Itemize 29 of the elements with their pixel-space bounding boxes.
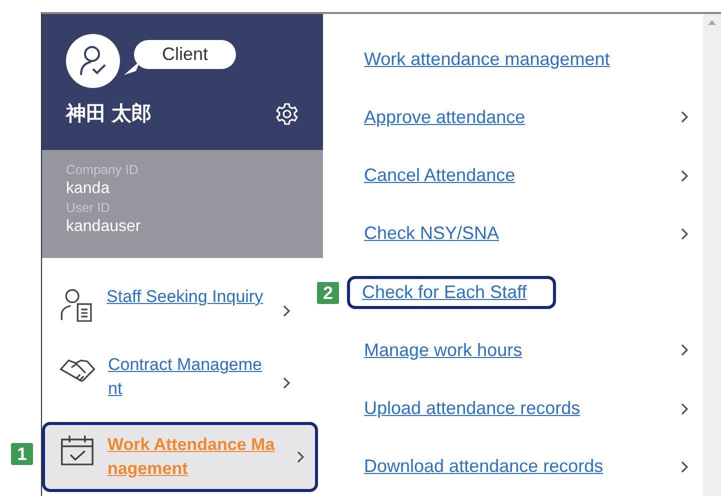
chevron-icon: [282, 304, 291, 318]
scroll-up-icon[interactable]: [708, 20, 716, 25]
step-badge: 2: [317, 282, 339, 304]
menu-item[interactable]: Staff Seeking Inquiry: [42, 278, 304, 332]
chevron-icon: [282, 376, 291, 390]
settings-icon[interactable]: [275, 102, 299, 126]
chevron-icon: [680, 460, 689, 474]
chevron-icon: [680, 402, 689, 416]
submenu-link[interactable]: Check NSY/SNA: [359, 217, 504, 250]
submenu-link[interactable]: Download attendance records: [359, 450, 608, 484]
submenu-link[interactable]: Check for Each Staff: [347, 276, 556, 309]
chevron-icon: [680, 226, 689, 241]
chevron-icon: [680, 168, 689, 183]
user-id-value: kandauser: [66, 217, 142, 237]
submenu-link[interactable]: Approve attendance: [359, 100, 530, 134]
chevron-icon: [680, 110, 689, 124]
bubble-tail-icon: [124, 60, 140, 74]
submenu-link[interactable]: Manage work hours: [359, 334, 528, 367]
chevron-icon: [296, 450, 305, 464]
submenu-link[interactable]: Upload attendance records: [359, 392, 586, 426]
company-id-value: kanda: [66, 179, 111, 199]
user-avatar-icon: [66, 34, 120, 88]
chevron-icon: [680, 343, 689, 358]
user-name: 神田 太郎: [66, 102, 152, 127]
submenu-link[interactable]: Work attendance management: [359, 42, 615, 76]
menu-item[interactable]: Contract Management: [42, 346, 304, 408]
step-badge: 1: [11, 443, 33, 465]
scrollbar[interactable]: [703, 14, 721, 496]
submenu-link[interactable]: Cancel Attendance: [359, 159, 520, 192]
